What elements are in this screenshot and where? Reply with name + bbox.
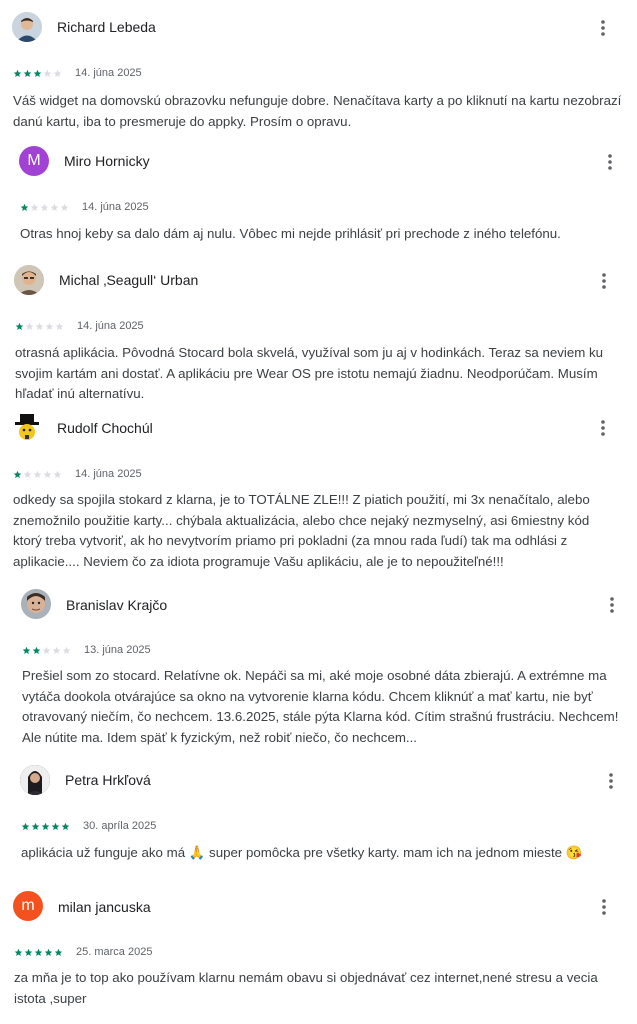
star-empty-icon xyxy=(45,322,54,330)
review-text: odkedy sa spojila stokard z klarna, je t… xyxy=(13,492,590,569)
star-filled-icon xyxy=(20,203,29,211)
review-text: otrasná aplikácia. Pôvodná Stocard bola … xyxy=(15,345,604,401)
star-filled-icon xyxy=(13,69,22,77)
star-rating xyxy=(13,69,62,78)
star-filled-icon xyxy=(21,822,30,830)
more-options-icon[interactable] xyxy=(598,150,622,174)
avatar: M xyxy=(19,146,49,176)
star-rating xyxy=(14,948,63,957)
star-filled-icon xyxy=(51,822,60,830)
star-empty-icon xyxy=(40,203,49,211)
star-rating xyxy=(15,322,64,331)
star-empty-icon xyxy=(62,646,71,654)
star-filled-icon xyxy=(34,948,43,956)
review-author: milan jancuska xyxy=(58,899,151,915)
star-rating xyxy=(20,203,69,212)
avatar xyxy=(12,12,42,42)
more-options-icon[interactable] xyxy=(591,16,615,40)
star-filled-icon xyxy=(44,948,53,956)
star-rating xyxy=(22,646,71,655)
review-author: Petra Hrkľová xyxy=(65,772,151,788)
review-date: 13. júna 2025 xyxy=(84,644,151,656)
star-empty-icon xyxy=(53,470,62,478)
star-empty-icon xyxy=(35,322,44,330)
star-filled-icon xyxy=(13,470,22,478)
review-date: 30. apríla 2025 xyxy=(83,820,157,832)
review-text: za mňa je to top ako používam klarnu nem… xyxy=(14,970,598,1006)
review-text: Prešiel som zo stocard. Relatívne ok. Ne… xyxy=(22,668,619,745)
star-empty-icon xyxy=(55,322,64,330)
star-empty-icon xyxy=(23,470,32,478)
star-filled-icon xyxy=(24,948,33,956)
review-author: Michal ‚Seagull‘ Urban xyxy=(59,272,199,288)
star-filled-icon xyxy=(41,822,50,830)
star-empty-icon xyxy=(53,69,62,77)
review-text: Váš widget na domovskú obrazovku nefungu… xyxy=(13,93,622,129)
star-rating xyxy=(13,470,62,479)
avatar-initial: m xyxy=(21,897,35,914)
more-options-icon[interactable] xyxy=(591,416,615,440)
review-date: 14. júna 2025 xyxy=(82,201,149,213)
review-text: aplikácia už funguje ako má 🙏 super pomô… xyxy=(21,845,583,860)
avatar xyxy=(14,265,44,295)
avatar xyxy=(20,765,50,795)
star-empty-icon xyxy=(33,470,42,478)
star-filled-icon xyxy=(31,822,40,830)
review-date: 14. júna 2025 xyxy=(77,320,144,332)
review-text: Otras hnoj keby sa dalo dám aj nulu. Vôb… xyxy=(20,226,561,241)
review-date: 25. marca 2025 xyxy=(76,946,153,958)
star-filled-icon xyxy=(23,69,32,77)
more-options-icon[interactable] xyxy=(592,895,616,919)
star-rating xyxy=(21,822,70,831)
star-filled-icon xyxy=(14,948,23,956)
review-author: Rudolf Chochúl xyxy=(57,420,153,436)
more-options-icon[interactable] xyxy=(599,769,623,793)
review-author: Richard Lebeda xyxy=(57,19,156,35)
more-options-icon[interactable] xyxy=(600,593,624,617)
review-author: Branislav Krajčo xyxy=(66,597,168,613)
star-filled-icon xyxy=(32,646,41,654)
star-empty-icon xyxy=(30,203,39,211)
avatar-initial: M xyxy=(27,152,41,169)
star-empty-icon xyxy=(42,646,51,654)
avatar xyxy=(12,412,42,442)
more-options-icon[interactable] xyxy=(592,269,616,293)
star-empty-icon xyxy=(25,322,34,330)
review-author: Miro Hornicky xyxy=(64,153,150,169)
avatar: m xyxy=(13,891,43,921)
avatar xyxy=(21,589,51,619)
star-filled-icon xyxy=(54,948,63,956)
star-empty-icon xyxy=(43,470,52,478)
star-empty-icon xyxy=(60,203,69,211)
star-filled-icon xyxy=(33,69,42,77)
review-date: 14. júna 2025 xyxy=(75,468,142,480)
review-date: 14. júna 2025 xyxy=(75,67,142,79)
star-empty-icon xyxy=(52,646,61,654)
star-filled-icon xyxy=(22,646,31,654)
star-filled-icon xyxy=(15,322,24,330)
star-filled-icon xyxy=(61,822,70,830)
star-empty-icon xyxy=(43,69,52,77)
star-empty-icon xyxy=(50,203,59,211)
